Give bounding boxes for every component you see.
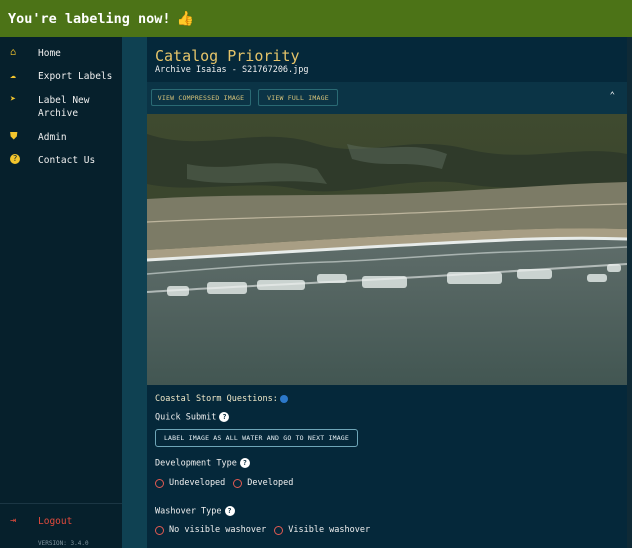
radio-developed[interactable]: Developed [233,478,293,488]
view-full-image-button[interactable]: VIEW FULL IMAGE [258,89,338,106]
section-title-text: Coastal Storm Questions: [155,394,278,404]
sidebar-item-label: Admin [38,132,67,143]
radio-label: No visible washover [169,525,267,535]
sidebar-divider [0,503,122,504]
help-icon[interactable]: ? [239,458,250,468]
section-title: Coastal Storm Questions: [155,394,288,404]
sidebar-item-home[interactable]: ⌂ Home [0,47,122,60]
main-panel: Catalog Priority Archive Isaias - S21767… [147,37,627,548]
sidebar-item-label: Logout [38,516,73,527]
radio-no-visible-washover[interactable]: No visible washover [155,525,266,535]
help-icon[interactable]: ? [219,412,230,422]
sidebar-item-label-new-archive[interactable]: ➤ Label New Archive [0,94,122,120]
shield-icon: ⛊ [10,131,18,142]
radio-circle[interactable] [155,525,164,535]
radio-label: Undeveloped [169,478,226,488]
banner-message: You're labeling now! [8,10,171,27]
sidebar: ⌂ Home ☁ Export Labels ➤ Label New Archi… [0,37,122,548]
archive-filename: Archive Isaias - S21767206.jpg [155,65,309,75]
development-type-text: Development Type [155,458,237,469]
radio-label: Visible washover [288,525,371,535]
sidebar-rail [122,37,147,548]
sidebar-item-label: Home [38,48,61,59]
view-compressed-image-button[interactable]: VIEW COMPRESSED IMAGE [151,89,251,106]
quick-submit-text: Quick Submit [155,412,217,423]
washover-type-text: Washover Type [155,506,222,517]
washover-type-options: No visible washover Visible washover [155,525,378,535]
sidebar-item-label: Export Labels [38,71,113,82]
washover-type-label: Washover Type? [155,506,235,517]
aerial-photo [147,114,627,385]
development-type-label: Development Type? [155,458,250,469]
chevron-up-icon[interactable]: ⌃ [610,91,615,101]
cloud-upload-icon: ☁ [10,70,17,81]
home-icon: ⌂ [10,47,17,58]
sidebar-item-label: Contact Us [38,155,96,166]
label-all-water-button[interactable]: LABEL IMAGE AS ALL WATER AND GO TO NEXT … [155,429,358,447]
sidebar-item-contact-us[interactable]: ? Contact Us [0,154,122,167]
sidebar-item-admin[interactable]: ⛊ Admin [0,131,122,144]
page-title: Catalog Priority [155,47,300,65]
radio-circle[interactable] [233,478,243,488]
label-icon: ➤ [10,94,17,105]
radio-circle[interactable] [155,478,164,488]
version-label: VERSION: 3.4.0 [38,540,89,547]
logout-icon: ⇥ [10,515,17,526]
help-icon[interactable]: ? [224,506,235,516]
radio-circle[interactable] [274,525,284,535]
sidebar-item-label: Label New Archive [38,95,90,119]
sidebar-item-export-labels[interactable]: ☁ Export Labels [0,70,122,83]
thumbs-up-icon: 👍 [176,10,194,27]
image-toolbar: VIEW COMPRESSED IMAGE VIEW FULL IMAGE ⌃ [147,82,627,114]
sidebar-item-logout[interactable]: ⇥ Logout [0,515,122,528]
radio-label: Developed [247,478,294,488]
quick-submit-label: Quick Submit? [155,412,230,423]
radio-undeveloped[interactable]: Undeveloped [155,478,225,488]
radio-visible-washover[interactable]: Visible washover [274,525,370,535]
info-icon[interactable] [279,394,288,403]
help-circle-icon: ? [10,154,20,164]
development-type-options: Undeveloped Developed [155,478,301,488]
top-banner: You're labeling now! 👍 [0,0,632,37]
